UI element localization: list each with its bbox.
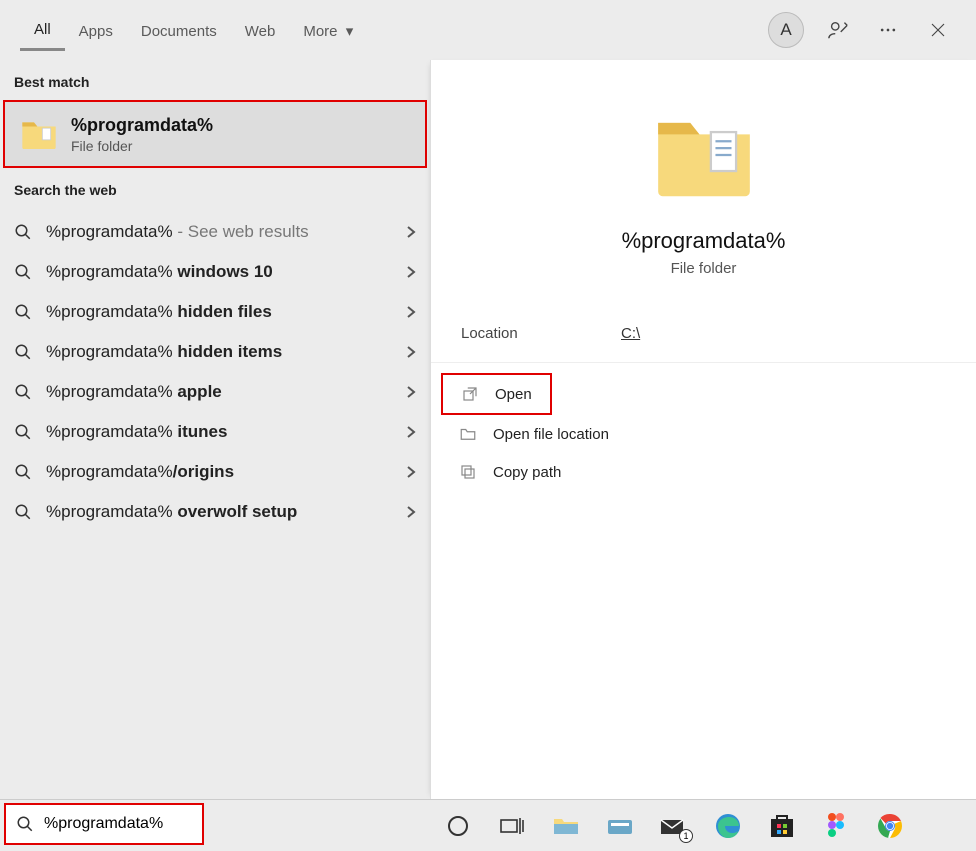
folder-icon xyxy=(19,114,59,154)
folder-icon xyxy=(649,100,759,210)
close-icon[interactable] xyxy=(922,14,954,46)
chevron-right-icon xyxy=(406,465,416,479)
search-box[interactable] xyxy=(4,803,204,845)
best-match-title: %programdata% xyxy=(71,115,213,136)
header-bar: All Apps Documents Web More ▾ A xyxy=(0,0,976,60)
task-items: 1 xyxy=(208,806,910,846)
web-result[interactable]: %programdata% hidden items xyxy=(0,332,430,372)
avatar[interactable]: A xyxy=(768,12,804,48)
taskbar: 1 xyxy=(0,799,976,851)
result-text: %programdata% itunes xyxy=(46,422,227,442)
tab-more-label: More xyxy=(303,23,337,40)
mail-badge: 1 xyxy=(679,829,693,843)
folder-icon xyxy=(459,425,477,443)
tabs: All Apps Documents Web More ▾ xyxy=(12,9,367,51)
app-icon[interactable] xyxy=(600,806,640,846)
chrome-icon[interactable] xyxy=(870,806,910,846)
search-icon xyxy=(16,815,34,833)
web-result[interactable]: %programdata% apple xyxy=(0,372,430,412)
action-label: Copy path xyxy=(493,464,561,481)
search-icon xyxy=(14,343,32,361)
header-right: A xyxy=(768,12,964,48)
best-match-text: %programdata% File folder xyxy=(71,115,213,154)
main-split: Best match %programdata% File folder Sea… xyxy=(0,60,976,799)
actions-list: Open Open file location Copy path xyxy=(431,363,976,501)
tab-apps[interactable]: Apps xyxy=(65,11,127,50)
feedback-icon[interactable] xyxy=(822,14,854,46)
result-text: %programdata% hidden items xyxy=(46,342,282,362)
action-open-file-location[interactable]: Open file location xyxy=(441,415,966,453)
best-match-subtitle: File folder xyxy=(71,138,213,154)
web-result[interactable]: %programdata% overwolf setup xyxy=(0,492,430,532)
detail-subtitle: File folder xyxy=(671,260,737,277)
best-match-label: Best match xyxy=(0,60,430,100)
chevron-right-icon xyxy=(406,425,416,439)
search-input[interactable] xyxy=(44,815,192,833)
search-icon xyxy=(14,303,32,321)
task-view-icon[interactable] xyxy=(492,806,532,846)
result-text: %programdata% windows 10 xyxy=(46,262,273,282)
search-icon xyxy=(14,263,32,281)
web-results-list: %programdata% - See web results %program… xyxy=(0,208,430,536)
web-result[interactable]: %programdata% hidden files xyxy=(0,292,430,332)
detail-title: %programdata% xyxy=(622,228,786,254)
search-web-label: Search the web xyxy=(0,168,430,208)
web-result[interactable]: %programdata% windows 10 xyxy=(0,252,430,292)
result-text: %programdata% overwolf setup xyxy=(46,502,297,522)
chevron-right-icon xyxy=(406,305,416,319)
result-text: %programdata% - See web results xyxy=(46,222,309,242)
chevron-down-icon: ▾ xyxy=(346,23,354,40)
location-value[interactable]: C:\ xyxy=(621,325,640,342)
search-icon xyxy=(14,383,32,401)
action-label: Open xyxy=(495,386,532,403)
result-text: %programdata% apple xyxy=(46,382,222,402)
search-icon xyxy=(14,423,32,441)
copy-icon xyxy=(459,463,477,481)
web-result[interactable]: %programdata% - See web results xyxy=(0,212,430,252)
detail-panel: %programdata% File folder Location C:\ O… xyxy=(430,60,976,799)
action-label: Open file location xyxy=(493,426,609,443)
search-icon xyxy=(14,223,32,241)
chevron-right-icon xyxy=(406,505,416,519)
action-copy-path[interactable]: Copy path xyxy=(441,453,966,491)
location-row: Location C:\ xyxy=(431,297,976,363)
search-icon xyxy=(14,503,32,521)
chevron-right-icon xyxy=(406,345,416,359)
tab-more[interactable]: More ▾ xyxy=(289,10,367,50)
more-icon[interactable] xyxy=(872,14,904,46)
search-icon xyxy=(14,463,32,481)
tab-all[interactable]: All xyxy=(20,9,65,51)
store-icon[interactable] xyxy=(762,806,802,846)
result-text: %programdata%/origins xyxy=(46,462,234,482)
location-label: Location xyxy=(461,325,621,342)
cortana-icon[interactable] xyxy=(438,806,478,846)
edge-icon[interactable] xyxy=(708,806,748,846)
mail-icon[interactable]: 1 xyxy=(654,806,694,846)
file-explorer-icon[interactable] xyxy=(546,806,586,846)
detail-header: %programdata% File folder xyxy=(431,60,976,277)
chevron-right-icon xyxy=(406,225,416,239)
tab-documents[interactable]: Documents xyxy=(127,11,231,50)
result-text: %programdata% hidden files xyxy=(46,302,272,322)
figma-icon[interactable] xyxy=(816,806,856,846)
chevron-right-icon xyxy=(406,385,416,399)
best-match-item[interactable]: %programdata% File folder xyxy=(3,100,427,168)
open-icon xyxy=(461,385,479,403)
action-open[interactable]: Open xyxy=(441,373,552,415)
web-result[interactable]: %programdata% itunes xyxy=(0,412,430,452)
tab-web[interactable]: Web xyxy=(231,11,290,50)
chevron-right-icon xyxy=(406,265,416,279)
results-panel: Best match %programdata% File folder Sea… xyxy=(0,60,430,799)
web-result[interactable]: %programdata%/origins xyxy=(0,452,430,492)
